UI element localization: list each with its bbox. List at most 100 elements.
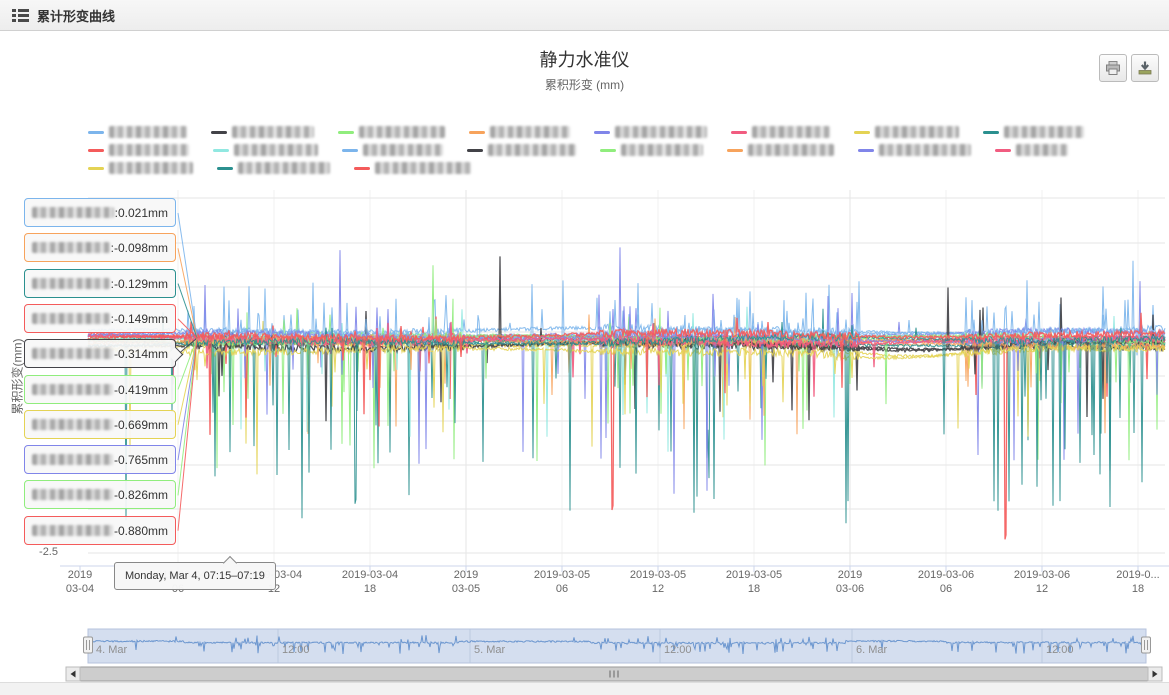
legend-item-series-6[interactable] (731, 126, 830, 138)
legend-item-series-10[interactable] (213, 144, 318, 156)
list-icon (12, 7, 29, 24)
navigator-axis-label: 4. Mar (96, 644, 127, 656)
legend-line-marker (217, 167, 233, 170)
legend-item-series-7[interactable] (854, 126, 959, 138)
tooltip-series-name-blurred (32, 207, 114, 218)
legend-label-blurred (359, 126, 445, 138)
tooltip-series-name-blurred (32, 348, 113, 359)
legend-line-marker (469, 131, 485, 134)
tooltip-value: -0.880mm (114, 524, 168, 538)
x-axis-label-line1: 2019-03-06 (898, 568, 994, 582)
tooltip-series-name-blurred (32, 384, 113, 395)
legend-item-series-14[interactable] (727, 144, 834, 156)
legend-item-series-8[interactable] (983, 126, 1084, 138)
x-axis-label-line2: 18 (706, 582, 802, 596)
x-axis-label-line1: 2019-0... (1090, 568, 1169, 582)
x-axis-label: 2019-03-0506 (514, 568, 610, 596)
tooltip-series-name-blurred (32, 278, 110, 289)
download-icon (1137, 60, 1153, 76)
tooltip-series-name-blurred (32, 454, 113, 465)
series-tooltip: :-0.149mm (24, 304, 176, 333)
legend-item-series-3[interactable] (338, 126, 445, 138)
legend-line-marker (731, 131, 747, 134)
legend-item-series-12[interactable] (467, 144, 576, 156)
x-axis-label: 2019-03-0418 (322, 568, 418, 596)
chart-legend (88, 123, 1084, 177)
legend-item-series-9[interactable] (88, 144, 189, 156)
legend-line-marker (995, 149, 1011, 152)
tooltip-series-name-blurred (32, 525, 113, 536)
navigator-handle-left[interactable] (84, 637, 93, 653)
x-axis-label: 2019-03-0518 (706, 568, 802, 596)
series-tooltip: :-0.129mm (24, 269, 176, 298)
chart-title: 静力水准仪 (0, 46, 1169, 72)
series-line-17 (88, 345, 1165, 475)
download-button[interactable] (1131, 54, 1159, 82)
tooltip-value: :-0.149mm (111, 312, 168, 326)
x-axis-label-line2: 18 (322, 582, 418, 596)
legend-label-blurred (1016, 144, 1068, 156)
legend-label-blurred (748, 144, 834, 156)
tooltip-value: :-0.129mm (111, 277, 168, 291)
series-tooltip: -0.826mm (24, 480, 176, 509)
tooltip-series-name-blurred (32, 242, 110, 253)
navigator-handle-right[interactable] (1142, 637, 1151, 653)
x-axis-label: 2019-03-0606 (898, 568, 994, 596)
legend-label-blurred (109, 162, 193, 174)
x-axis-label-line2: 12 (610, 582, 706, 596)
print-icon (1105, 60, 1121, 76)
x-axis-label-line1: 2019 (802, 568, 898, 582)
tooltip-value: -0.669mm (114, 418, 168, 432)
legend-item-series-19[interactable] (354, 162, 471, 174)
tooltip-series-name-blurred (32, 313, 110, 324)
legend-line-marker (211, 131, 227, 134)
x-axis-date-tooltip: Monday, Mar 4, 07:15–07:19 (114, 562, 276, 590)
legend-item-series-17[interactable] (88, 162, 193, 174)
series-tooltip: -0.419mm (24, 375, 176, 404)
x-axis-label-line1: 2019-03-06 (994, 568, 1090, 582)
legend-label-blurred (875, 126, 959, 138)
legend-line-marker (727, 149, 743, 152)
legend-label-blurred (621, 144, 703, 156)
navigator-axis-label: 12:00 (664, 644, 692, 656)
legend-item-series-16[interactable] (995, 144, 1068, 156)
legend-line-marker (467, 149, 483, 152)
legend-label-blurred (879, 144, 971, 156)
legend-label-blurred (1004, 126, 1084, 138)
x-axis-label-line1: 2019-03-05 (706, 568, 802, 582)
legend-item-series-11[interactable] (342, 144, 443, 156)
series-line-15 (88, 247, 1165, 493)
legend-item-series-4[interactable] (469, 126, 570, 138)
x-axis-label-line1: 2019 (418, 568, 514, 582)
legend-item-series-15[interactable] (858, 144, 971, 156)
legend-label-blurred (109, 144, 189, 156)
legend-item-series-1[interactable] (88, 126, 187, 138)
tooltip-series-name-blurred (32, 489, 113, 500)
tooltip-value: :-0.098mm (111, 241, 168, 255)
print-button[interactable] (1099, 54, 1127, 82)
series-tooltip: :-0.098mm (24, 233, 176, 262)
legend-line-marker (858, 149, 874, 152)
legend-row (88, 159, 1084, 177)
x-axis-label-line2: 06 (514, 582, 610, 596)
navigator-axis-label: 6. Mar (856, 644, 887, 656)
series-tooltip: :0.021mm (24, 198, 176, 227)
navigator-axis-label: 5. Mar (474, 644, 505, 656)
x-axis-label-line1: 2019-03-05 (514, 568, 610, 582)
legend-line-marker (213, 149, 229, 152)
series-tooltip: -0.314mm (24, 339, 176, 368)
legend-item-series-5[interactable] (594, 126, 707, 138)
x-axis-label-line1: 2019-03-04 (322, 568, 418, 582)
legend-item-series-13[interactable] (600, 144, 703, 156)
legend-label-blurred (109, 126, 187, 138)
x-axis-label: 201903-05 (418, 568, 514, 596)
legend-line-marker (983, 131, 999, 134)
x-axis-label: 2019-03-0512 (610, 568, 706, 596)
x-axis-label-line2: 03-05 (418, 582, 514, 596)
legend-line-marker (854, 131, 870, 134)
page-header: 累计形变曲线 (0, 0, 1169, 31)
legend-item-series-18[interactable] (217, 162, 330, 174)
x-axis-label-line2: 18 (1090, 582, 1169, 596)
legend-item-series-2[interactable] (211, 126, 314, 138)
series-tooltip: -0.765mm (24, 445, 176, 474)
